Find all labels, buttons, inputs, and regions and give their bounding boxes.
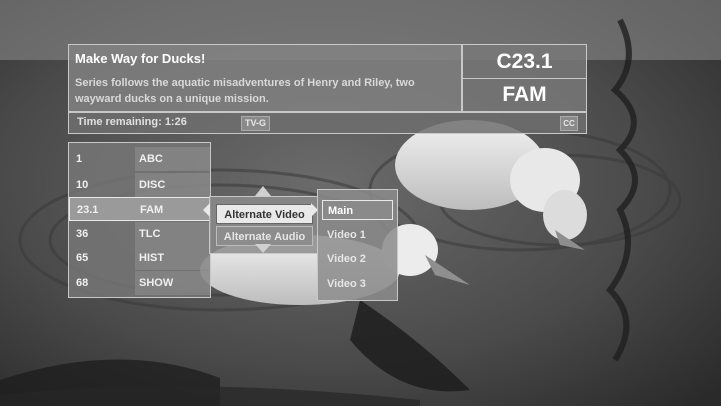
- channel-number: 23.1: [77, 204, 99, 216]
- current-channel-callsign: FAM: [502, 83, 547, 106]
- alternate-video-option[interactable]: Alternate Video: [216, 204, 313, 224]
- left-arrow-icon[interactable]: [203, 203, 210, 217]
- channel-callsign: TLC: [139, 228, 161, 240]
- channel-callsign: ABC: [139, 153, 163, 165]
- channel-list: 1 ABC 10 DISC 23.1 FAM 36 TLC 65 HIST 68…: [68, 142, 211, 298]
- video-track-main[interactable]: Main: [322, 200, 393, 220]
- video-track-3[interactable]: Video 3: [322, 274, 393, 294]
- time-remaining: Time remaining: 1:26: [77, 116, 187, 128]
- program-title: Make Way for Ducks!: [75, 51, 206, 66]
- current-channel-number: C23.1: [496, 50, 553, 73]
- channel-row-selected[interactable]: 23.1 FAM: [69, 197, 210, 221]
- scroll-down-arrow-icon[interactable]: [255, 244, 271, 253]
- channel-row[interactable]: 65 HIST: [69, 246, 210, 270]
- program-status-bar: Time remaining: 1:26 TV-G CC: [68, 112, 587, 134]
- video-track-2[interactable]: Video 2: [322, 249, 393, 269]
- closed-caption-badge: CC: [560, 116, 578, 131]
- channel-row[interactable]: 68 SHOW: [69, 271, 210, 295]
- scroll-up-arrow-icon[interactable]: [255, 186, 271, 196]
- channel-number: 68: [76, 277, 89, 289]
- video-track-1[interactable]: Video 1: [322, 225, 393, 245]
- channel-callsign: SHOW: [139, 277, 174, 289]
- divider: [463, 78, 586, 79]
- channel-number: 1: [76, 153, 83, 165]
- program-info-panel: Make Way for Ducks! Series follows the a…: [68, 44, 462, 112]
- channel-row[interactable]: 1 ABC: [69, 147, 210, 171]
- rating-badge: TV-G: [241, 116, 271, 131]
- video-track-list: Main Video 1 Video 2 Video 3: [317, 189, 398, 301]
- alternate-audio-option[interactable]: Alternate Audio: [216, 226, 313, 246]
- channel-callsign: HIST: [139, 252, 165, 264]
- channel-row[interactable]: 10 DISC: [69, 173, 210, 197]
- current-channel-panel: C23.1 FAM: [462, 44, 587, 112]
- channel-number: 65: [76, 252, 89, 264]
- channel-number: 36: [76, 228, 89, 240]
- channel-callsign: DISC: [139, 179, 166, 191]
- program-description: Series follows the aquatic misadventures…: [75, 77, 415, 105]
- channel-number: 10: [76, 179, 89, 191]
- channel-callsign: FAM: [140, 204, 164, 216]
- channel-row[interactable]: 36 TLC: [69, 222, 210, 246]
